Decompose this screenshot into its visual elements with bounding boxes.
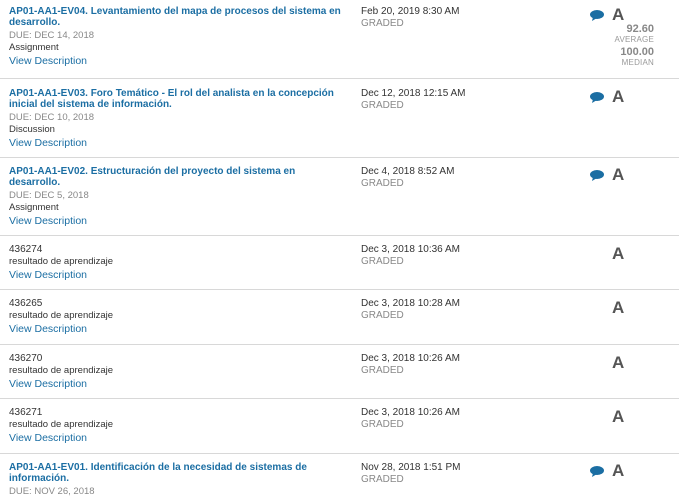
grade-row: 436270 resultado de aprendizaje View Des… bbox=[0, 345, 679, 399]
assignment-title-link[interactable]: AP01-AA1-EV02. Estructuración del proyec… bbox=[9, 166, 349, 188]
item-type: resultado de aprendizaje bbox=[9, 310, 114, 321]
view-description-link[interactable]: View Description bbox=[9, 54, 349, 68]
letter-grade: A bbox=[612, 5, 625, 24]
item-type: resultado de aprendizaje bbox=[9, 365, 114, 376]
letter-grade: A bbox=[612, 298, 625, 317]
item-type: Assignment bbox=[9, 202, 59, 213]
median-value: 100.00 bbox=[620, 46, 654, 58]
grade-row: AP01-AA1-EV01. Identificación de la nece… bbox=[0, 454, 679, 499]
grade-row: 436265 resultado de aprendizaje View Des… bbox=[0, 290, 679, 345]
average-label: AVERAGE bbox=[614, 35, 654, 44]
grade-status: GRADED bbox=[361, 419, 404, 430]
grade-statistics: 92.60 AVERAGE 100.00 MEDIAN bbox=[614, 23, 655, 68]
grade-status: GRADED bbox=[361, 256, 404, 267]
grade-status: GRADED bbox=[361, 365, 404, 376]
outcome-id: 436265 bbox=[9, 298, 43, 309]
letter-grade: A bbox=[612, 461, 625, 480]
letter-grade: A bbox=[612, 353, 625, 372]
grade-row: AP01-AA1-EV03. Foro Temático - El rol de… bbox=[0, 79, 679, 158]
graded-date: Dec 3, 2018 10:26 AM bbox=[361, 353, 460, 364]
item-type: resultado de aprendizaje bbox=[9, 419, 114, 430]
average-value: 92.60 bbox=[626, 23, 654, 35]
graded-date: Feb 20, 2019 8:30 AM bbox=[361, 6, 460, 17]
item-type: Assignment bbox=[9, 42, 59, 53]
grade-row: 436274 resultado de aprendizaje View Des… bbox=[0, 236, 679, 290]
grade-status: GRADED bbox=[361, 310, 404, 321]
due-date: DUE: DEC 14, 2018 bbox=[9, 30, 95, 41]
outcome-id: 436270 bbox=[9, 353, 43, 364]
grade-status: GRADED bbox=[361, 18, 404, 29]
comment-icon[interactable] bbox=[590, 170, 604, 181]
letter-grade: A bbox=[612, 165, 625, 184]
graded-date: Nov 28, 2018 1:51 PM bbox=[361, 462, 461, 473]
due-date: DUE: NOV 26, 2018 bbox=[9, 486, 95, 497]
item-type: Discussion bbox=[9, 124, 55, 135]
outcome-id: 436274 bbox=[9, 244, 43, 255]
assignment-title-link[interactable]: AP01-AA1-EV04. Levantamiento del mapa de… bbox=[9, 6, 349, 28]
graded-date: Dec 4, 2018 8:52 AM bbox=[361, 166, 455, 177]
letter-grade: A bbox=[612, 407, 625, 426]
graded-date: Dec 12, 2018 12:15 AM bbox=[361, 88, 466, 99]
assignment-title-link[interactable]: AP01-AA1-EV03. Foro Temático - El rol de… bbox=[9, 88, 349, 110]
grade-status: GRADED bbox=[361, 178, 404, 189]
comment-icon[interactable] bbox=[590, 10, 604, 21]
graded-date: Dec 3, 2018 10:28 AM bbox=[361, 298, 460, 309]
grade-status: GRADED bbox=[361, 474, 404, 485]
item-type: resultado de aprendizaje bbox=[9, 256, 114, 267]
assignment-title-link[interactable]: AP01-AA1-EV01. Identificación de la nece… bbox=[9, 462, 349, 484]
outcome-id: 436271 bbox=[9, 407, 43, 418]
view-description-link[interactable]: View Description bbox=[9, 431, 349, 445]
view-description-link[interactable]: View Description bbox=[9, 136, 349, 150]
grade-row: AP01-AA1-EV04. Levantamiento del mapa de… bbox=[0, 0, 679, 79]
view-description-link[interactable]: View Description bbox=[9, 322, 349, 336]
due-date: DUE: DEC 10, 2018 bbox=[9, 112, 95, 123]
comment-icon[interactable] bbox=[590, 92, 604, 103]
view-description-link[interactable]: View Description bbox=[9, 214, 349, 228]
grade-row: AP01-AA1-EV02. Estructuración del proyec… bbox=[0, 158, 679, 236]
letter-grade: A bbox=[612, 244, 625, 263]
graded-date: Dec 3, 2018 10:26 AM bbox=[361, 407, 460, 418]
median-label: MEDIAN bbox=[621, 58, 654, 67]
graded-date: Dec 3, 2018 10:36 AM bbox=[361, 244, 460, 255]
comment-icon[interactable] bbox=[590, 466, 604, 477]
due-date: DUE: DEC 5, 2018 bbox=[9, 190, 89, 201]
grade-row: 436271 resultado de aprendizaje View Des… bbox=[0, 399, 679, 454]
letter-grade: A bbox=[612, 87, 625, 106]
view-description-link[interactable]: View Description bbox=[9, 268, 349, 282]
view-description-link[interactable]: View Description bbox=[9, 377, 349, 391]
grade-status: GRADED bbox=[361, 100, 404, 111]
